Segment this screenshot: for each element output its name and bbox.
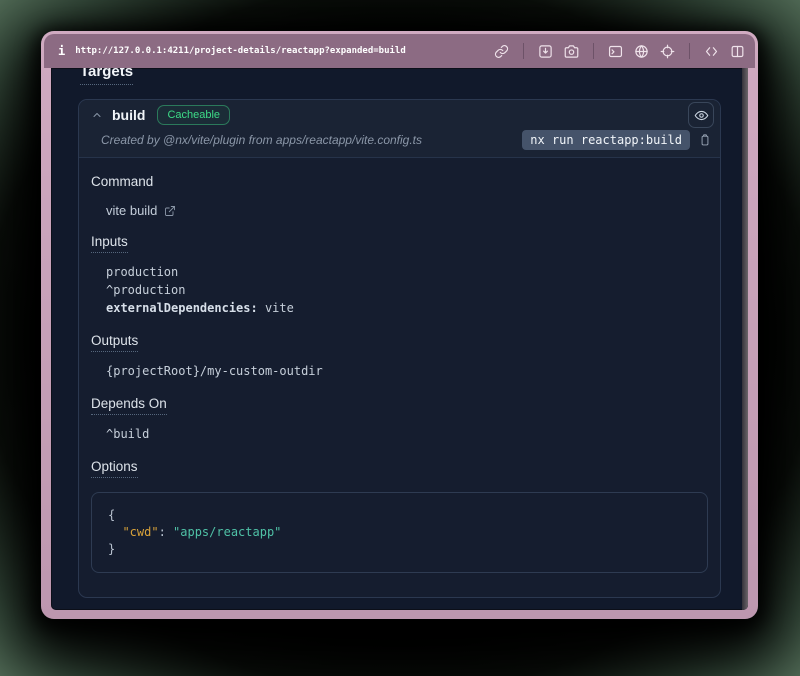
- toolbar-separator: [523, 43, 524, 59]
- browser-window: i http://127.0.0.1:4211/project-details/…: [41, 31, 758, 619]
- url-text[interactable]: http://127.0.0.1:4211/project-details/re…: [75, 46, 406, 56]
- depends-on-item: ^build: [106, 425, 708, 443]
- chevron-up-icon[interactable]: [91, 109, 103, 121]
- eye-icon: [694, 108, 709, 123]
- build-card-header: build Cacheable Created by @nx/vite/plug…: [79, 100, 720, 158]
- toolbar-separator: [689, 43, 690, 59]
- created-by-text: Created by @nx/vite/plugin from apps/rea…: [101, 133, 422, 147]
- split-panel-icon[interactable]: [730, 44, 745, 59]
- view-target-graph-button[interactable]: [688, 102, 714, 128]
- build-card-body: Command vite build Inputs production ^pr…: [79, 158, 720, 597]
- code-icon[interactable]: [704, 44, 719, 59]
- input-item: production: [106, 263, 708, 281]
- outputs-heading: Outputs: [91, 333, 708, 352]
- json-key: "cwd": [122, 525, 158, 539]
- command-value-row: vite build: [106, 203, 708, 218]
- json-line: "cwd": "apps/reactapp": [108, 524, 691, 541]
- options-code-block: { "cwd": "apps/reactapp" }: [91, 492, 708, 573]
- cacheable-badge: Cacheable: [157, 105, 230, 125]
- browser-toolbar: i http://127.0.0.1:4211/project-details/…: [44, 34, 755, 68]
- globe-icon[interactable]: [634, 44, 649, 59]
- camera-icon[interactable]: [564, 44, 579, 59]
- json-line: }: [108, 541, 691, 558]
- command-value: vite build: [106, 203, 157, 218]
- download-box-icon[interactable]: [538, 44, 553, 59]
- crosshair-icon[interactable]: [660, 44, 675, 59]
- toolbar-separator: [593, 43, 594, 59]
- options-heading: Options: [91, 459, 708, 478]
- scrollbar[interactable]: [742, 68, 748, 610]
- external-link-icon: [164, 205, 176, 217]
- input-key: externalDependencies:: [106, 301, 258, 315]
- input-item: ^production: [106, 281, 708, 299]
- info-icon: i: [58, 44, 65, 58]
- targets-heading: Targets: [80, 68, 721, 85]
- build-target-card: build Cacheable Created by @nx/vite/plug…: [78, 99, 721, 598]
- link-icon[interactable]: [494, 44, 509, 59]
- output-item: {projectRoot}/my-custom-outdir: [106, 362, 708, 380]
- depends-on-heading: Depends On: [91, 396, 708, 415]
- toolbar-actions: [494, 43, 745, 59]
- copy-icon: [698, 133, 712, 147]
- json-value: "apps/reactapp": [173, 525, 281, 539]
- input-item: externalDependencies: vite: [106, 299, 708, 317]
- build-target-title: build: [112, 107, 145, 123]
- command-heading: Command: [91, 174, 708, 189]
- open-config-button[interactable]: [164, 205, 176, 217]
- copy-command-button[interactable]: [698, 133, 712, 147]
- inputs-heading: Inputs: [91, 234, 708, 253]
- terminal-icon[interactable]: [608, 44, 623, 59]
- json-line: {: [108, 507, 691, 524]
- run-command-chip: nx run reactapp:build: [522, 130, 690, 150]
- input-value: vite: [258, 301, 294, 315]
- project-details-view: Targets build Cacheable Cre: [51, 68, 748, 610]
- page-content: Targets build Cacheable Cre: [51, 68, 748, 610]
